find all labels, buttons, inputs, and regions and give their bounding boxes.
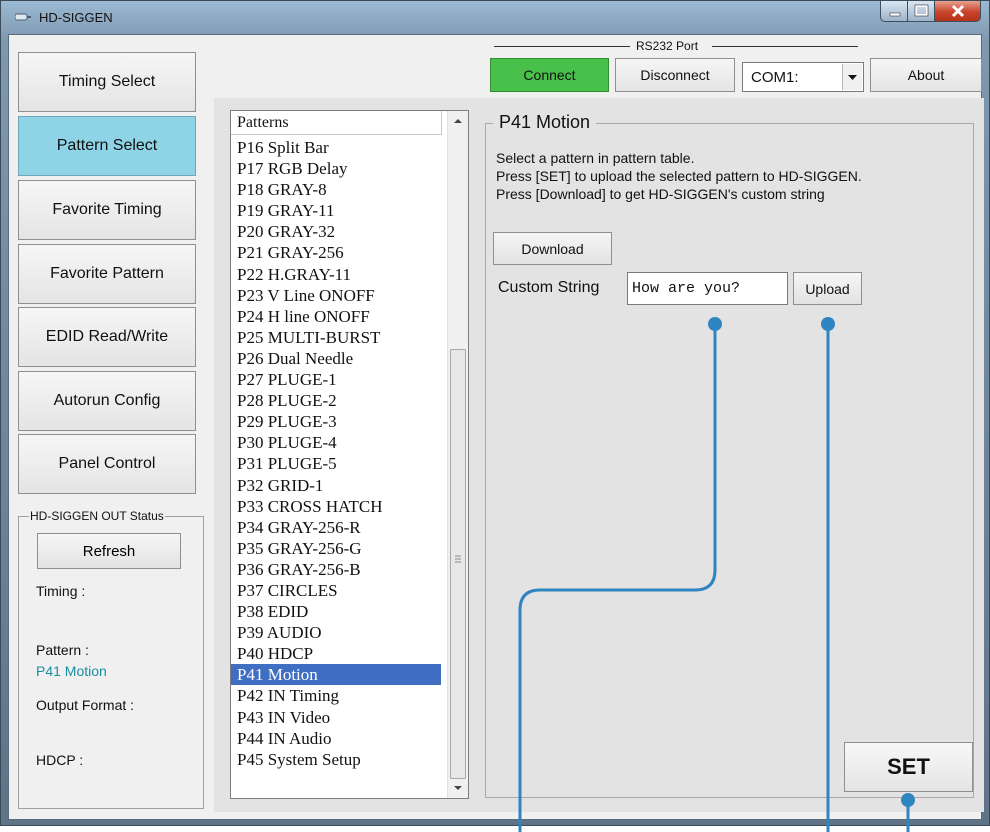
pattern-list-item[interactable]: P25 MULTI-BURST bbox=[231, 327, 441, 348]
nav-pattern-select[interactable]: Pattern Select bbox=[18, 116, 196, 176]
pattern-list-item[interactable]: P20 GRAY-32 bbox=[231, 221, 441, 242]
minimize-icon bbox=[889, 12, 901, 17]
pattern-list-item[interactable]: P38 EDID bbox=[231, 601, 441, 622]
minimize-button[interactable] bbox=[880, 1, 908, 22]
custom-string-input[interactable]: How are you? bbox=[627, 272, 788, 305]
pattern-list-item[interactable]: P27 PLUGE-1 bbox=[231, 369, 441, 390]
pattern-list-item[interactable]: P24 H line ONOFF bbox=[231, 306, 441, 327]
close-icon bbox=[951, 4, 965, 18]
nav-timing-select[interactable]: Timing Select bbox=[18, 52, 196, 112]
window-title: HD-SIGGEN bbox=[39, 10, 113, 25]
pattern-list-item[interactable]: P43 IN Video bbox=[231, 707, 441, 728]
pattern-list-header[interactable]: Patterns bbox=[231, 111, 442, 135]
com-port-dropdown-button[interactable] bbox=[842, 64, 862, 90]
grip-icon bbox=[455, 555, 461, 563]
scroll-up-icon bbox=[454, 119, 462, 123]
nav-autorun-config[interactable]: Autorun Config bbox=[18, 371, 196, 431]
scroll-up-button[interactable] bbox=[448, 111, 468, 131]
output-format-label: Output Format : bbox=[36, 697, 135, 713]
pattern-list-item[interactable]: P44 IN Audio bbox=[231, 728, 441, 749]
pattern-list-item[interactable]: P36 GRAY-256-B bbox=[231, 559, 441, 580]
pattern-detail-title: P41 Motion bbox=[493, 112, 597, 133]
pattern-list-item[interactable]: P16 Split Bar bbox=[231, 137, 441, 158]
maximize-button[interactable] bbox=[908, 1, 935, 22]
instruction-line-1: Select a pattern in pattern table. bbox=[496, 150, 695, 166]
pattern-list-items: P16 Split Bar P17 RGB Delay P18 GRAY-8 P19 … bbox=[231, 137, 441, 770]
pattern-list-item[interactable]: P35 GRAY-256-G bbox=[231, 538, 441, 559]
pattern-status-value: P41 Motion bbox=[36, 663, 107, 679]
pattern-list-item[interactable]: P34 GRAY-256-R bbox=[231, 517, 441, 538]
device-icon bbox=[15, 13, 31, 21]
nav-edid-read-write[interactable]: EDID Read/Write bbox=[18, 307, 196, 367]
pattern-list-item[interactable]: P19 GRAY-11 bbox=[231, 200, 441, 221]
refresh-button[interactable]: Refresh bbox=[37, 533, 181, 569]
rs232-port-label: RS232 Port bbox=[636, 39, 699, 53]
pattern-list-item[interactable]: P33 CROSS HATCH bbox=[231, 496, 441, 517]
out-status-legend: HD-SIGGEN OUT Status bbox=[29, 509, 165, 523]
timing-status-label: Timing : bbox=[36, 583, 86, 599]
pattern-list-item[interactable]: P41 Motion bbox=[231, 664, 441, 686]
nav-favorite-pattern[interactable]: Favorite Pattern bbox=[18, 244, 196, 304]
title-bar[interactable]: HD-SIGGEN bbox=[1, 1, 990, 35]
pattern-list-item[interactable]: P21 GRAY-256 bbox=[231, 242, 441, 263]
pattern-list-item[interactable]: P30 PLUGE-4 bbox=[231, 432, 441, 453]
instruction-line-3: Press [Download] to get HD-SIGGEN's cust… bbox=[496, 186, 825, 202]
pattern-list-item[interactable]: P37 CIRCLES bbox=[231, 580, 441, 601]
close-window-button[interactable] bbox=[935, 1, 981, 22]
pattern-list-item[interactable]: P45 System Setup bbox=[231, 749, 441, 770]
pattern-list-item[interactable]: P28 PLUGE-2 bbox=[231, 390, 441, 411]
set-button[interactable]: SET bbox=[844, 742, 973, 792]
pattern-list-item[interactable]: P22 H.GRAY-11 bbox=[231, 264, 441, 285]
pattern-status-label: Pattern : bbox=[36, 642, 89, 658]
upload-button[interactable]: Upload bbox=[793, 272, 862, 305]
com-port-select[interactable]: COM1: bbox=[742, 62, 864, 92]
pattern-list-item[interactable]: P29 PLUGE-3 bbox=[231, 411, 441, 432]
scroll-thumb[interactable] bbox=[450, 349, 466, 779]
chevron-down-icon bbox=[848, 75, 857, 80]
pattern-list-item[interactable]: P18 GRAY-8 bbox=[231, 179, 441, 200]
pattern-list-item[interactable]: P40 HDCP bbox=[231, 643, 441, 664]
disconnect-button[interactable]: Disconnect bbox=[615, 58, 735, 92]
pattern-list-item[interactable]: P17 RGB Delay bbox=[231, 158, 441, 179]
custom-string-label: Custom String bbox=[498, 279, 600, 296]
pattern-list-scrollbar[interactable] bbox=[447, 111, 468, 798]
hdcp-status-label: HDCP : bbox=[36, 752, 84, 768]
nav-favorite-timing[interactable]: Favorite Timing bbox=[18, 180, 196, 240]
pattern-list-item[interactable]: P26 Dual Needle bbox=[231, 348, 441, 369]
scroll-down-button[interactable] bbox=[448, 778, 468, 798]
about-button[interactable]: About bbox=[870, 58, 982, 92]
com-port-value: COM1: bbox=[751, 69, 799, 86]
pattern-list-item[interactable]: P23 V Line ONOFF bbox=[231, 285, 441, 306]
pattern-detail-group bbox=[485, 123, 974, 798]
pattern-list-item[interactable]: P39 AUDIO bbox=[231, 622, 441, 643]
maximize-icon bbox=[914, 4, 929, 17]
pattern-list-item[interactable]: P31 PLUGE-5 bbox=[231, 453, 441, 474]
connect-button[interactable]: Connect bbox=[490, 58, 609, 92]
pattern-list-item[interactable]: P32 GRID-1 bbox=[231, 475, 441, 496]
nav-panel-control[interactable]: Panel Control bbox=[18, 434, 196, 494]
rs232-divider-left bbox=[494, 46, 630, 47]
rs232-divider-right bbox=[712, 46, 858, 47]
scroll-down-icon bbox=[454, 786, 462, 790]
pattern-list[interactable]: Patterns P16 Split Bar P17 RGB Delay P18 G… bbox=[230, 110, 469, 799]
instruction-line-2: Press [SET] to upload the selected patte… bbox=[496, 168, 862, 184]
download-button[interactable]: Download bbox=[493, 232, 612, 265]
pattern-list-item[interactable]: P42 IN Timing bbox=[231, 685, 441, 706]
